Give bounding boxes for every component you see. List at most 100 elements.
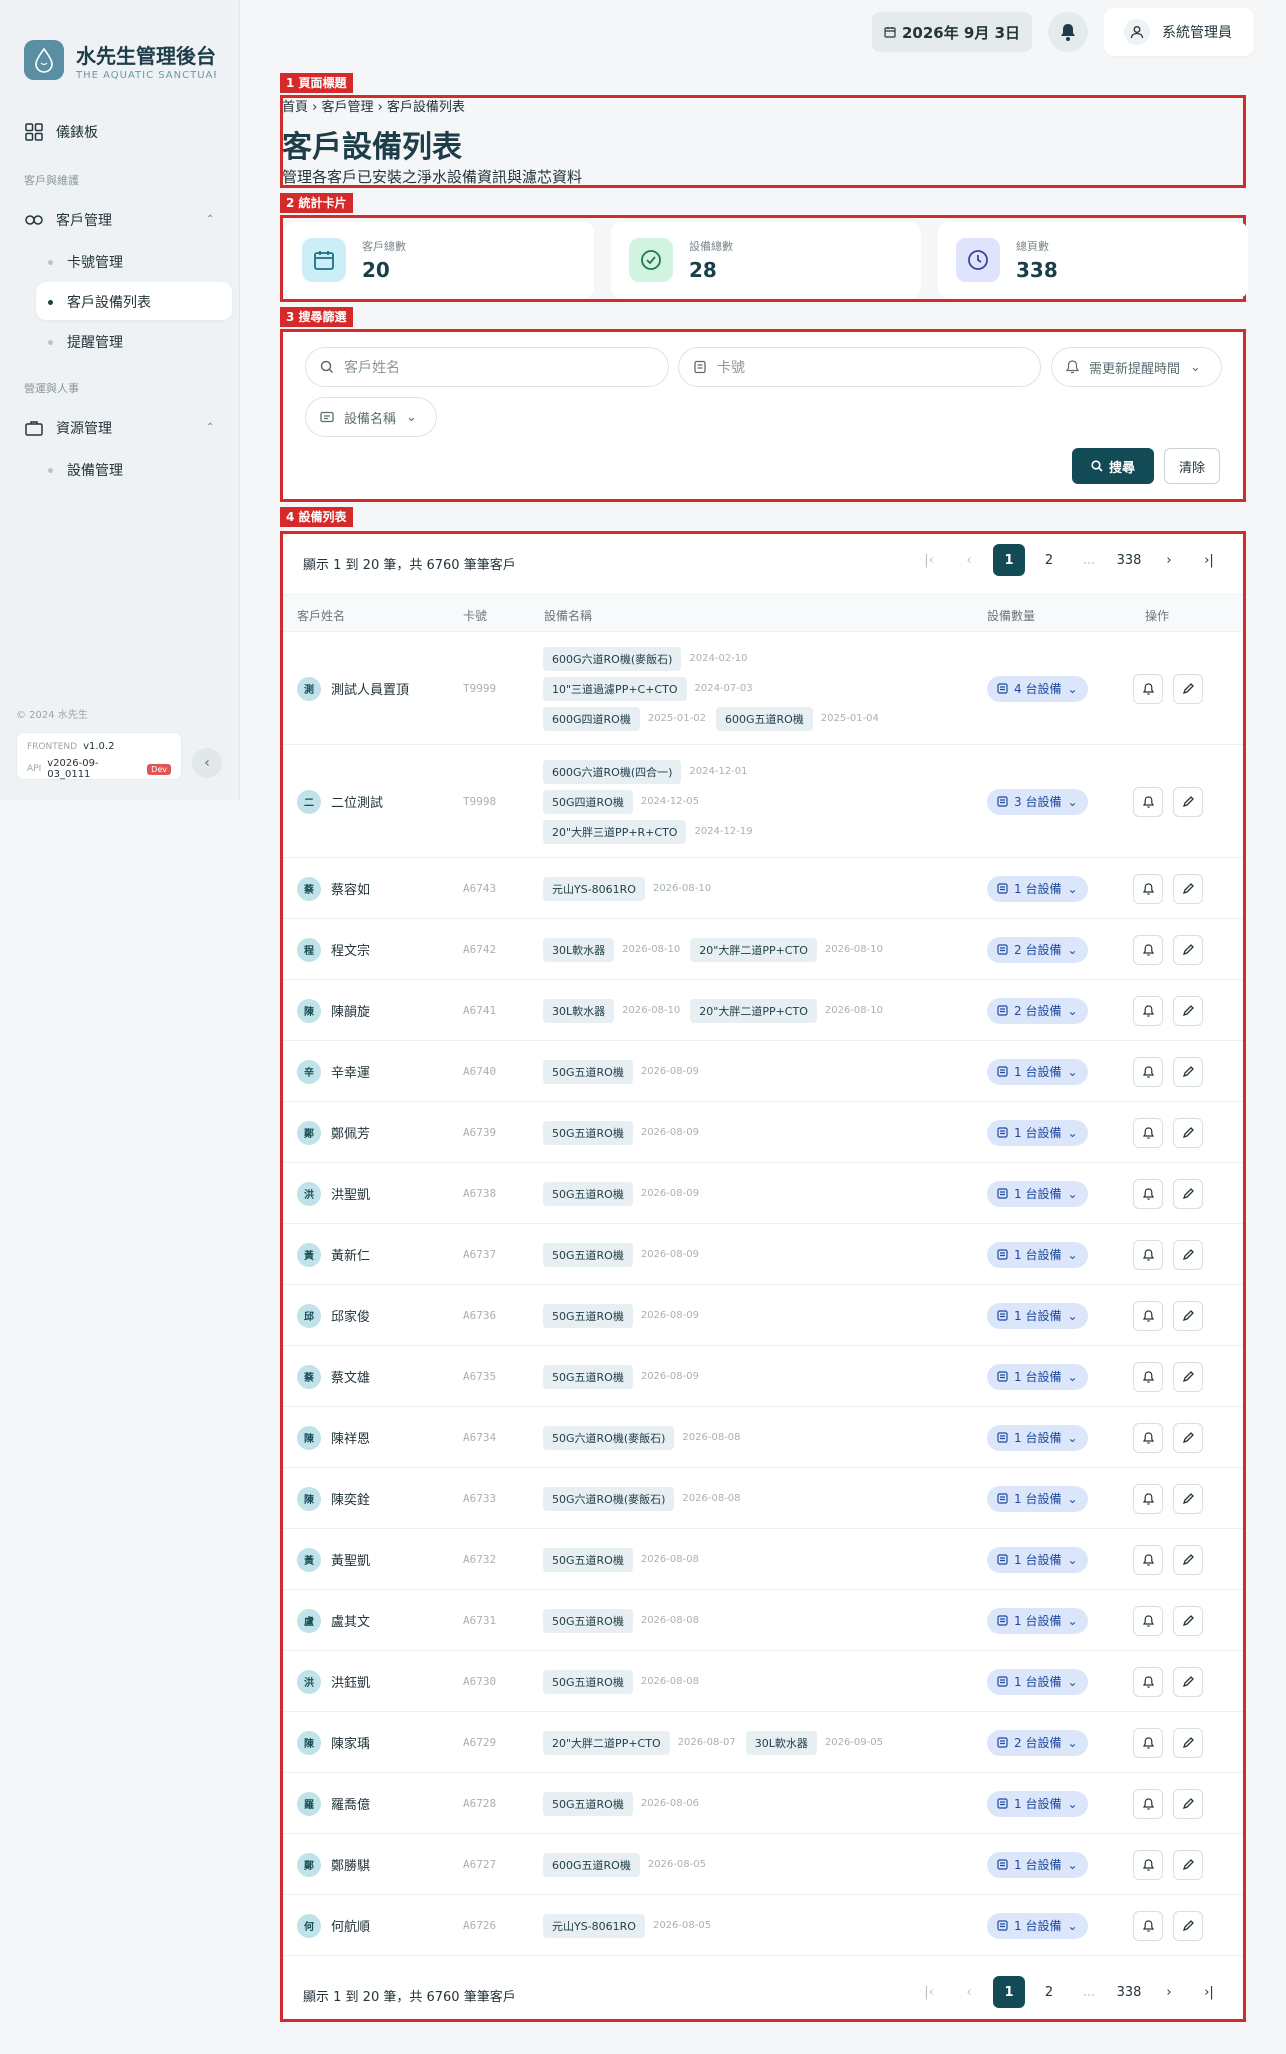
- chevron-up-icon[interactable]: ⌃: [206, 214, 214, 225]
- edit-button[interactable]: [1173, 873, 1203, 904]
- nav-equipment-mgmt[interactable]: 設備管理: [48, 460, 123, 480]
- edit-button[interactable]: [1173, 1544, 1203, 1575]
- reminder-select[interactable]: 需更新提醒時間 ⌄: [1051, 347, 1222, 387]
- prev-page-button[interactable]: ‹: [949, 1976, 989, 2008]
- col-card: 卡號: [463, 609, 488, 623]
- edit-button[interactable]: [1173, 1666, 1203, 1697]
- last-page-button[interactable]: ›|: [1189, 1976, 1229, 2008]
- reminder-button[interactable]: [1133, 673, 1163, 704]
- reminder-button[interactable]: [1133, 1910, 1163, 1941]
- first-page-button[interactable]: |‹: [909, 544, 949, 576]
- device-count-dropdown[interactable]: 1 台設備 ⌄: [987, 1424, 1088, 1451]
- edit-button[interactable]: [1173, 1788, 1203, 1819]
- device-count-dropdown[interactable]: 4 台設備 ⌄: [987, 675, 1088, 702]
- edit-button[interactable]: [1173, 1178, 1203, 1209]
- reminder-button[interactable]: [1133, 1178, 1163, 1209]
- card-number-input[interactable]: 卡號: [678, 347, 1041, 387]
- device-icon: [997, 683, 1008, 694]
- bullet-icon: [48, 299, 53, 305]
- reminder-button[interactable]: [1133, 934, 1163, 965]
- table-row: 陳 陳家瑀 A6729 20"大胖二道PP+CTO 2026-08-07 30L軟水器 2…: [283, 1712, 1243, 1773]
- edit-button[interactable]: [1173, 1239, 1203, 1270]
- reminder-button[interactable]: [1133, 1666, 1163, 1697]
- reminder-button[interactable]: [1133, 1422, 1163, 1453]
- edit-button[interactable]: [1173, 1727, 1203, 1758]
- edit-button[interactable]: [1173, 673, 1203, 704]
- device-count-dropdown[interactable]: 1 台設備 ⌄: [987, 1363, 1088, 1390]
- prev-page-button[interactable]: ‹: [949, 544, 989, 576]
- device-name-select[interactable]: 設備名稱 ⌄: [305, 397, 437, 437]
- chevron-up-icon[interactable]: ⌃: [206, 422, 214, 433]
- edit-button[interactable]: [1173, 934, 1203, 965]
- edit-button[interactable]: [1173, 1849, 1203, 1880]
- device-count-dropdown[interactable]: 1 台設備 ⌄: [987, 1668, 1088, 1695]
- page-button[interactable]: 338: [1109, 544, 1149, 576]
- device-count-dropdown[interactable]: 1 台設備 ⌄: [987, 1180, 1088, 1207]
- edit-button[interactable]: [1173, 1056, 1203, 1087]
- device-count-dropdown[interactable]: 1 台設備 ⌄: [987, 1851, 1088, 1878]
- edit-button[interactable]: [1173, 1910, 1203, 1941]
- device-count-dropdown[interactable]: 1 台設備 ⌄: [987, 1119, 1088, 1146]
- device-count-dropdown[interactable]: 1 台設備 ⌄: [987, 1302, 1088, 1329]
- device-count-dropdown[interactable]: 1 台設備 ⌄: [987, 875, 1088, 902]
- edit-button[interactable]: [1173, 1483, 1203, 1514]
- edit-button[interactable]: [1173, 1117, 1203, 1148]
- nav-dashboard[interactable]: 儀錶板: [24, 122, 98, 142]
- reminder-button[interactable]: [1133, 1849, 1163, 1880]
- reminder-button[interactable]: [1133, 873, 1163, 904]
- device-chip: 50G五道RO機: [543, 1669, 633, 1694]
- nav-card-mgmt[interactable]: 卡號管理: [48, 252, 123, 272]
- first-page-button[interactable]: |‹: [909, 1976, 949, 2008]
- device-count-dropdown[interactable]: 1 台設備 ⌄: [987, 1790, 1088, 1817]
- page-button[interactable]: 1: [989, 1976, 1029, 2008]
- reminder-button[interactable]: [1133, 1788, 1163, 1819]
- edit-button[interactable]: [1173, 995, 1203, 1026]
- search-button[interactable]: 搜尋: [1072, 448, 1154, 484]
- edit-button[interactable]: [1173, 1300, 1203, 1331]
- reminder-button[interactable]: [1133, 1239, 1163, 1270]
- device-count-dropdown[interactable]: 1 台設備 ⌄: [987, 1058, 1088, 1085]
- next-page-button[interactable]: ›: [1149, 544, 1189, 576]
- nav-customer-mgmt[interactable]: 客戶管理: [24, 210, 112, 230]
- device-count-dropdown[interactable]: 1 台設備 ⌄: [987, 1485, 1088, 1512]
- device-count-dropdown[interactable]: 2 台設備 ⌄: [987, 936, 1088, 963]
- clear-button[interactable]: 清除: [1164, 448, 1220, 484]
- reminder-button[interactable]: [1133, 995, 1163, 1026]
- edit-button[interactable]: [1173, 1605, 1203, 1636]
- page-button[interactable]: 1: [989, 544, 1029, 576]
- device-count-dropdown[interactable]: 2 台設備 ⌄: [987, 997, 1088, 1024]
- device-install-date: 2024-07-03: [694, 683, 753, 694]
- device-count-dropdown[interactable]: 2 台設備 ⌄: [987, 1729, 1088, 1756]
- edit-button[interactable]: [1173, 786, 1203, 817]
- device-count-dropdown[interactable]: 3 台設備 ⌄: [987, 788, 1088, 815]
- page-button[interactable]: 338: [1109, 1976, 1149, 2008]
- device-install-date: 2024-12-19: [694, 826, 753, 837]
- page-button[interactable]: 2: [1029, 1976, 1069, 2008]
- last-page-button[interactable]: ›|: [1189, 544, 1229, 576]
- device-count-dropdown[interactable]: 1 台設備 ⌄: [987, 1912, 1088, 1939]
- device-count-dropdown[interactable]: 1 台設備 ⌄: [987, 1546, 1088, 1573]
- edit-button[interactable]: [1173, 1361, 1203, 1392]
- nav-customer-devices[interactable]: 客戶設備列表: [48, 292, 151, 312]
- reminder-button[interactable]: [1133, 1605, 1163, 1636]
- reminder-button[interactable]: [1133, 1544, 1163, 1575]
- nav-reminder-mgmt[interactable]: 提醒管理: [48, 332, 123, 352]
- device-install-date: 2024-12-01: [689, 766, 748, 777]
- next-page-button[interactable]: ›: [1149, 1976, 1189, 2008]
- customer-name-input[interactable]: 客戶姓名: [305, 347, 669, 387]
- device-count-dropdown[interactable]: 1 台設備 ⌄: [987, 1241, 1088, 1268]
- reminder-button[interactable]: [1133, 1300, 1163, 1331]
- reminder-button[interactable]: [1133, 1361, 1163, 1392]
- notifications-button[interactable]: [1048, 12, 1088, 52]
- page-button[interactable]: 2: [1029, 544, 1069, 576]
- reminder-button[interactable]: [1133, 1056, 1163, 1087]
- reminder-button[interactable]: [1133, 1483, 1163, 1514]
- edit-button[interactable]: [1173, 1422, 1203, 1453]
- reminder-button[interactable]: [1133, 786, 1163, 817]
- user-menu[interactable]: 系統管理員: [1104, 8, 1254, 56]
- collapse-sidebar-button[interactable]: ‹: [192, 748, 222, 778]
- reminder-button[interactable]: [1133, 1727, 1163, 1758]
- device-count-dropdown[interactable]: 1 台設備 ⌄: [987, 1607, 1088, 1634]
- nav-resource-mgmt[interactable]: 資源管理: [24, 418, 112, 438]
- reminder-button[interactable]: [1133, 1117, 1163, 1148]
